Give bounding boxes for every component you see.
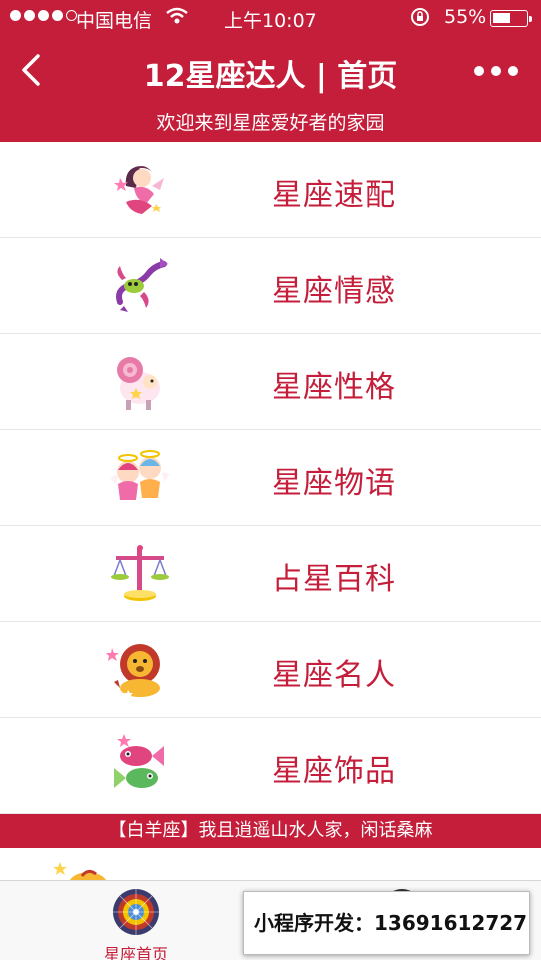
menu-item-label: 星座情感 [272, 274, 396, 309]
menu-item-label: 星座饰品 [272, 754, 396, 789]
menu-item-personality[interactable]: 星座性格 [0, 334, 541, 430]
page-title: 12星座达人 | 首页 [143, 59, 398, 94]
tab-home[interactable]: 星座首页 [90, 887, 182, 960]
battery-percent: 55% [444, 6, 487, 28]
menu-item-emotion[interactable]: 星座情感 [0, 238, 541, 334]
menu-item-label: 星座物语 [272, 466, 396, 501]
rotation-lock-icon [411, 8, 429, 26]
battery-icon [490, 10, 532, 27]
aries-ram-icon [117, 357, 160, 410]
zodiac-decoration-icon [53, 862, 107, 880]
fortune-marquee[interactable]: 【白羊座】我且逍遥山水人家，闲话桑麻 [0, 814, 541, 848]
menu-item-accessories[interactable]: 星座饰品 [0, 718, 541, 814]
clock: 上午10:07 [224, 10, 317, 32]
status-bar: 中国电信 上午10:07 55% [0, 0, 541, 36]
menu-item-encyclopedia[interactable]: 占星百科 [0, 526, 541, 622]
menu-item-label: 星座速配 [272, 178, 396, 213]
wifi-icon [166, 7, 188, 24]
zodiac-wheel-icon [113, 889, 159, 935]
menu-item-label: 星座性格 [272, 370, 396, 405]
leo-lion-icon [106, 644, 160, 698]
libra-scales-icon [111, 545, 169, 601]
nav-bar: 12星座达人 | 首页 [0, 36, 541, 104]
promo-overlay: 小程序开发：13691612727 [243, 891, 530, 955]
menu-item-matching[interactable]: 星座速配 [0, 142, 541, 238]
gemini-twins-icon [110, 450, 170, 500]
partial-list-item [0, 848, 541, 880]
carrier-name: 中国电信 [76, 10, 153, 32]
signal-strength-icon [10, 10, 77, 21]
menu-list: 星座速配 星座情感 星座性格 星座物语 占星百科 星座名人 星座饰品 [0, 142, 541, 814]
pisces-fish-icon [114, 734, 164, 788]
welcome-banner: 欢迎来到星座爱好者的家园 [0, 104, 541, 142]
scorpio-icon [116, 258, 168, 312]
virgo-fairy-icon [114, 166, 164, 214]
menu-item-label: 星座名人 [272, 658, 396, 693]
tab-home-label: 星座首页 [103, 945, 168, 960]
more-options-icon[interactable] [474, 66, 518, 76]
menu-item-label: 占星百科 [272, 562, 396, 597]
menu-item-celebrities[interactable]: 星座名人 [0, 622, 541, 718]
menu-item-stories[interactable]: 星座物语 [0, 430, 541, 526]
